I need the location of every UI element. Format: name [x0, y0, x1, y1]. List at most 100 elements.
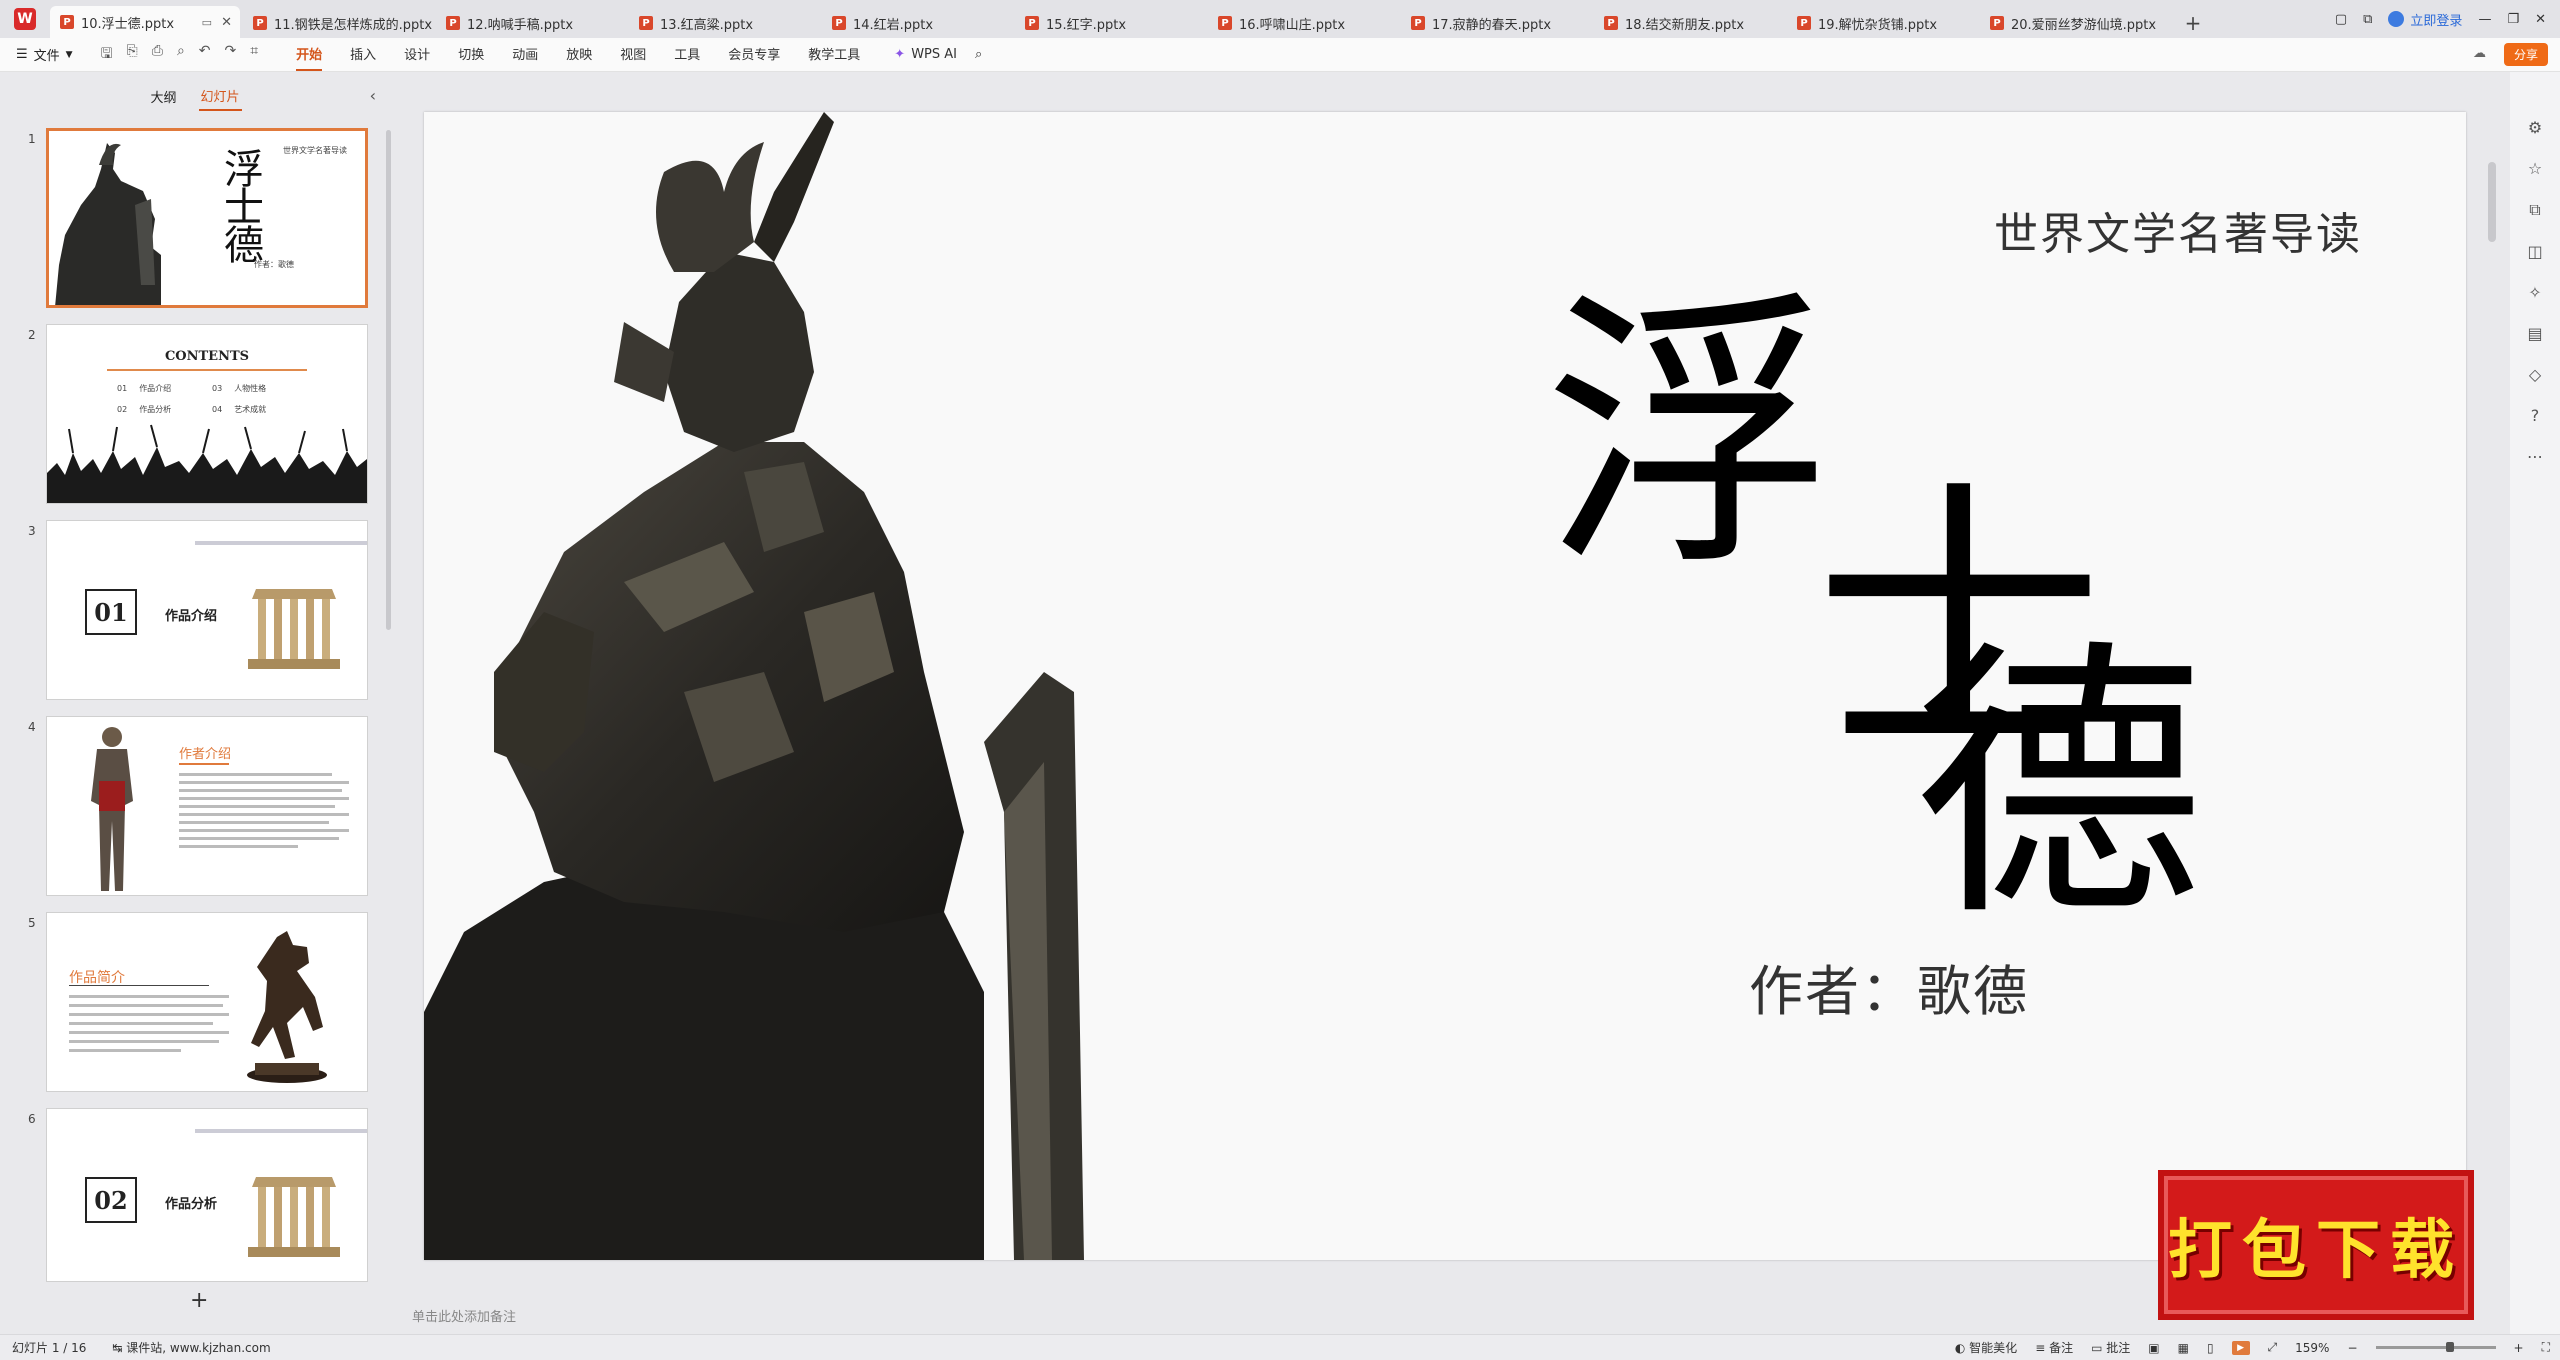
document-tab[interactable]: P 12.呐喊手稿.pptx	[436, 8, 626, 38]
sorter-view-icon[interactable]: ▦	[2178, 1341, 2189, 1355]
divider	[179, 763, 229, 765]
document-tab[interactable]: P 13.红高粱.pptx	[629, 8, 819, 38]
more-icon[interactable]: ⋯	[2527, 447, 2543, 466]
normal-view-icon[interactable]: ▣	[2148, 1341, 2159, 1355]
thumb-title: 作品简介	[69, 970, 125, 986]
tab-list-icon[interactable]: ⧉	[2363, 12, 2372, 27]
ribbon-menu-item[interactable]: 动画	[512, 38, 538, 71]
wps-logo[interactable]: W	[0, 0, 50, 38]
redo-icon[interactable]: ↷	[225, 43, 237, 67]
tab-label: 17.寂静的春天.pptx	[1432, 17, 1552, 33]
document-tab[interactable]: P 14.红岩.pptx	[822, 8, 1012, 38]
window-controls: ▢ ⧉ 立即登录 — ❐ ✕	[2335, 0, 2560, 38]
reading-view-icon[interactable]: ▯	[2207, 1341, 2214, 1355]
monitor-icon[interactable]: ▭	[202, 16, 212, 29]
tab-label: 10.浮士德.pptx	[81, 16, 175, 32]
smart-beautify-button[interactable]: ◐ 智能美化	[1955, 1339, 2017, 1356]
ribbon-menu-item[interactable]: 工具	[674, 38, 700, 71]
ribbon-menu-item[interactable]: 视图	[620, 38, 646, 71]
wps-ai-button[interactable]: ✦ WPS AI ⌕	[894, 47, 982, 62]
zoom-slider-knob[interactable]	[2445, 1342, 2454, 1352]
decor-bar	[195, 1129, 367, 1133]
contents-item-label: 作品介绍	[139, 384, 172, 393]
read-icon[interactable]: ▤	[2527, 324, 2542, 343]
magic-icon[interactable]: ✧	[2528, 283, 2541, 302]
fit-icon[interactable]: ⤢	[2268, 1340, 2278, 1355]
undo-icon[interactable]: ↶	[199, 43, 211, 67]
fit-window-icon[interactable]: ⛶	[2542, 1340, 2550, 1355]
transform-icon[interactable]: ◫	[2527, 242, 2542, 261]
contents-item: 04 艺术成就	[212, 404, 307, 415]
notes-input[interactable]: 单击此处添加备注	[412, 1306, 516, 1325]
help-icon[interactable]: ?	[2531, 406, 2540, 425]
horse-statue-image	[247, 931, 327, 1083]
restore-icon[interactable]: ❐	[2507, 12, 2519, 27]
document-tab[interactable]: P 15.红字.pptx	[1015, 8, 1205, 38]
download-stamp-badge[interactable]: 打包下载	[2158, 1170, 2474, 1320]
close-tab-icon[interactable]: ✕	[221, 15, 232, 30]
star-icon[interactable]: ☆	[2528, 159, 2542, 178]
document-tab[interactable]: P 10.浮士德.pptx ▭ ✕	[50, 6, 240, 38]
ribbon-menu-item[interactable]: 放映	[566, 38, 592, 71]
export-icon[interactable]: ⎘	[127, 43, 138, 67]
search-icon[interactable]: ⌕	[975, 47, 982, 62]
login-button[interactable]: 立即登录	[2388, 10, 2462, 29]
print-icon[interactable]: ⎙	[152, 43, 163, 67]
document-tab[interactable]: P 19.解忧杂货铺.pptx	[1787, 8, 1977, 38]
ribbon-menu-item[interactable]: 会员专享	[728, 38, 780, 71]
slide-thumbnail-4[interactable]: 作者介绍	[46, 716, 368, 896]
document-tab[interactable]: P 18.结交新朋友.pptx	[1594, 8, 1784, 38]
slide-counter: 幻灯片 1 / 16	[12, 1341, 87, 1355]
zoom-level[interactable]: 159%	[2295, 1341, 2329, 1355]
slide-thumbnail-5[interactable]: 作品简介	[46, 912, 368, 1092]
play-slideshow-button[interactable]: ▶	[2231, 1340, 2250, 1355]
comments-button[interactable]: ▭ 批注	[2091, 1339, 2130, 1356]
preview-icon[interactable]: ⌕	[177, 43, 185, 67]
zoom-slider[interactable]	[2375, 1342, 2496, 1352]
slide-canvas[interactable]: 世界文学名著导读 浮 士 德 作者：歌德	[424, 112, 2466, 1260]
format-painter-icon[interactable]: ⌗	[250, 43, 258, 67]
save-icon[interactable]: 🖫	[101, 43, 113, 67]
temple-image	[248, 1177, 340, 1257]
document-tab[interactable]: P 16.呼啸山庄.pptx	[1208, 8, 1398, 38]
minimize-icon[interactable]: —	[2478, 12, 2491, 27]
tab-outline[interactable]: 大纲	[148, 83, 178, 110]
share-button[interactable]: 分享	[2503, 43, 2548, 66]
tag-icon[interactable]: ◇	[2529, 365, 2541, 384]
section-number: 01	[85, 589, 137, 635]
new-tab-button[interactable]: +	[2173, 8, 2213, 38]
copy-icon[interactable]: ⧉	[2529, 200, 2540, 220]
adjust-icon[interactable]: ⚙	[2528, 118, 2542, 137]
editor-scrollbar[interactable]	[2488, 162, 2496, 242]
zoom-out-icon[interactable]: −	[2347, 1341, 2357, 1355]
contents-item: 01 作品介绍	[117, 383, 212, 394]
document-tab[interactable]: P 20.爱丽丝梦游仙境.pptx	[1980, 8, 2170, 38]
cloud-sync-icon[interactable]: ☁	[2473, 46, 2486, 61]
document-tabs: P 10.浮士德.pptx ▭ ✕ P 11.钢铁是怎样炼成的.pptx P 12.呐喊手稿.…	[50, 4, 2173, 38]
ribbon-menu-item[interactable]: 插入	[350, 38, 376, 71]
thumb-title: 作者介绍	[179, 747, 232, 762]
slide-thumbnail-2[interactable]: CONTENTS 01 作品介绍 03 人物性格 02 作品分析 04 艺术成就	[46, 324, 368, 504]
window-layout-icon[interactable]: ▢	[2335, 12, 2347, 27]
slide-thumbnail-3[interactable]: 01 作品介绍	[46, 520, 368, 700]
slide-thumbnail-6[interactable]: 02 作品分析	[46, 1108, 368, 1282]
document-tab[interactable]: P 17.寂静的春天.pptx	[1401, 8, 1591, 38]
document-tab[interactable]: P 11.钢铁是怎样炼成的.pptx	[243, 8, 433, 38]
slide-thumbnail-1[interactable]: 世界文学名著导读 浮士德 作者：歌德	[46, 128, 368, 308]
thumb-text-lines	[179, 773, 349, 853]
ribbon-menu-item[interactable]: 切换	[458, 38, 484, 71]
decor-bar	[195, 541, 367, 545]
collapse-panel-icon[interactable]: ‹	[370, 86, 376, 105]
tab-slides[interactable]: 幻灯片	[198, 82, 242, 111]
file-menu[interactable]: ☰ 文件 ▼	[16, 45, 73, 64]
notes-button[interactable]: ≡ 备注	[2035, 1339, 2073, 1356]
ribbon-menu-item[interactable]: 设计	[404, 38, 430, 71]
add-slide-button[interactable]: +	[190, 1288, 208, 1313]
close-icon[interactable]: ✕	[2535, 12, 2546, 27]
contents-item-number: 01	[117, 384, 128, 393]
panel-scrollbar[interactable]	[386, 130, 391, 630]
ribbon-menu-item[interactable]: 开始	[296, 38, 323, 71]
slide-number: 6	[28, 1112, 36, 1126]
zoom-in-icon[interactable]: +	[2514, 1341, 2524, 1355]
ribbon-menu-item[interactable]: 教学工具	[808, 38, 860, 71]
